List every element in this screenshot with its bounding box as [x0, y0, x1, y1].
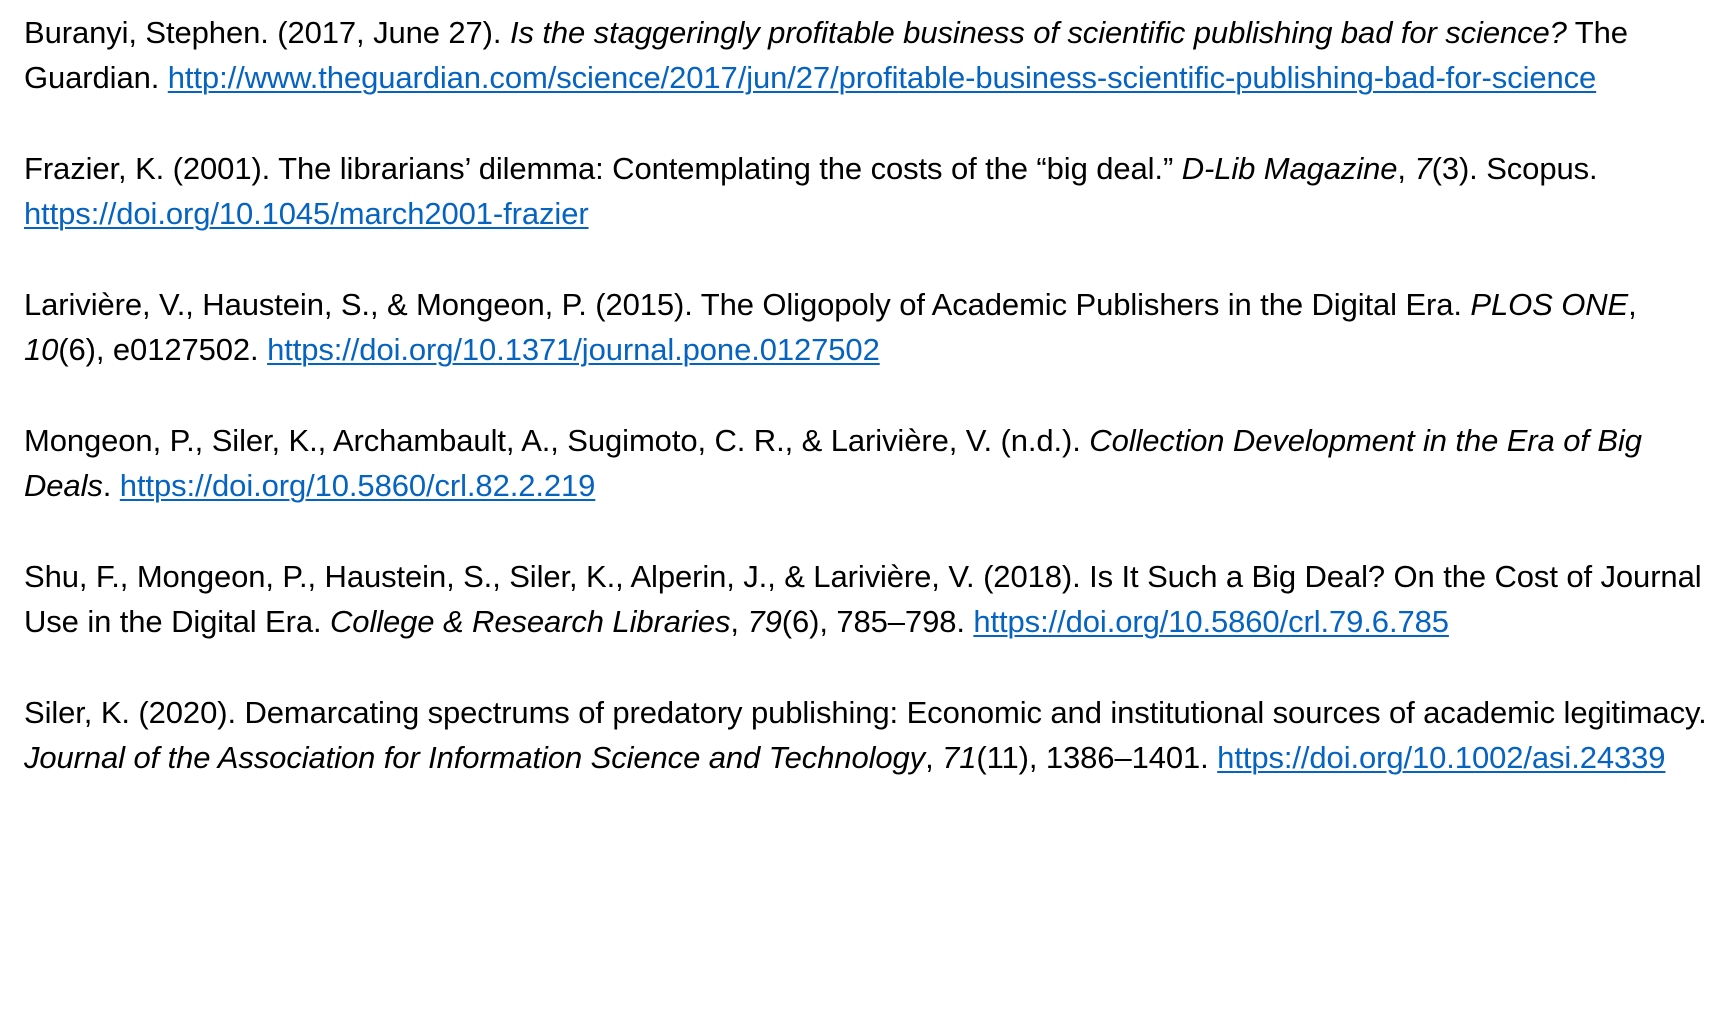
- reference-separator: ,: [1397, 151, 1415, 186]
- reference-link[interactable]: https://doi.org/10.1045/march2001-frazie…: [24, 196, 589, 231]
- reference-link[interactable]: https://doi.org/10.1002/asi.24339: [1217, 740, 1665, 775]
- reference-volume: 10: [24, 332, 59, 367]
- reference-authors-date: Mongeon, P., Siler, K., Archambault, A.,…: [24, 423, 1090, 458]
- reference-link[interactable]: https://doi.org/10.5860/crl.82.2.219: [120, 468, 596, 503]
- reference-shu-2018: Shu, F., Mongeon, P., Haustein, S., Sile…: [24, 554, 1714, 644]
- reference-siler-2020: Siler, K. (2020). Demarcating spectrums …: [24, 690, 1714, 780]
- reference-mongeon-nd: Mongeon, P., Siler, K., Archambault, A.,…: [24, 418, 1714, 508]
- reference-authors-date: Buranyi, Stephen. (2017, June 27).: [24, 15, 510, 50]
- reference-lariviere-2015: Larivière, V., Haustein, S., & Mongeon, …: [24, 282, 1714, 372]
- reference-volume: 7: [1414, 151, 1432, 186]
- reference-journal: PLOS ONE: [1470, 287, 1629, 322]
- reference-link[interactable]: https://doi.org/10.1371/journal.pone.012…: [267, 332, 880, 367]
- reference-separator: .: [102, 468, 120, 503]
- reference-journal: D-Lib Magazine: [1181, 151, 1398, 186]
- reference-frazier-2001: Frazier, K. (2001). The librarians’ dile…: [24, 146, 1714, 236]
- reference-journal: Journal of the Association for Informati…: [24, 740, 926, 775]
- reference-separator: ,: [1628, 287, 1637, 322]
- reference-link[interactable]: https://doi.org/10.5860/crl.79.6.785: [973, 604, 1449, 639]
- reference-link[interactable]: http://www.theguardian.com/science/2017/…: [168, 60, 1597, 95]
- reference-issue: (6), e0127502.: [58, 332, 268, 367]
- reference-authors-title: Larivière, V., Haustein, S., & Mongeon, …: [24, 287, 1471, 322]
- reference-separator: ,: [925, 740, 943, 775]
- reference-volume: 71: [942, 740, 977, 775]
- reference-issue: (3). Scopus.: [1431, 151, 1598, 186]
- reference-separator: ,: [730, 604, 748, 639]
- reference-authors-title: Frazier, K. (2001). The librarians’ dile…: [24, 151, 1182, 186]
- reference-issue-pages: (11), 1386–1401.: [976, 740, 1218, 775]
- reference-issue-pages: (6), 785–798.: [781, 604, 974, 639]
- reference-buranyi-2017: Buranyi, Stephen. (2017, June 27). Is th…: [24, 10, 1714, 100]
- reference-list: Buranyi, Stephen. (2017, June 27). Is th…: [24, 10, 1714, 826]
- reference-journal: College & Research Libraries: [330, 604, 731, 639]
- reference-authors-title: Siler, K. (2020). Demarcating spectrums …: [24, 695, 1707, 730]
- reference-volume: 79: [747, 604, 782, 639]
- reference-title: Is the staggeringly profitable business …: [509, 15, 1567, 50]
